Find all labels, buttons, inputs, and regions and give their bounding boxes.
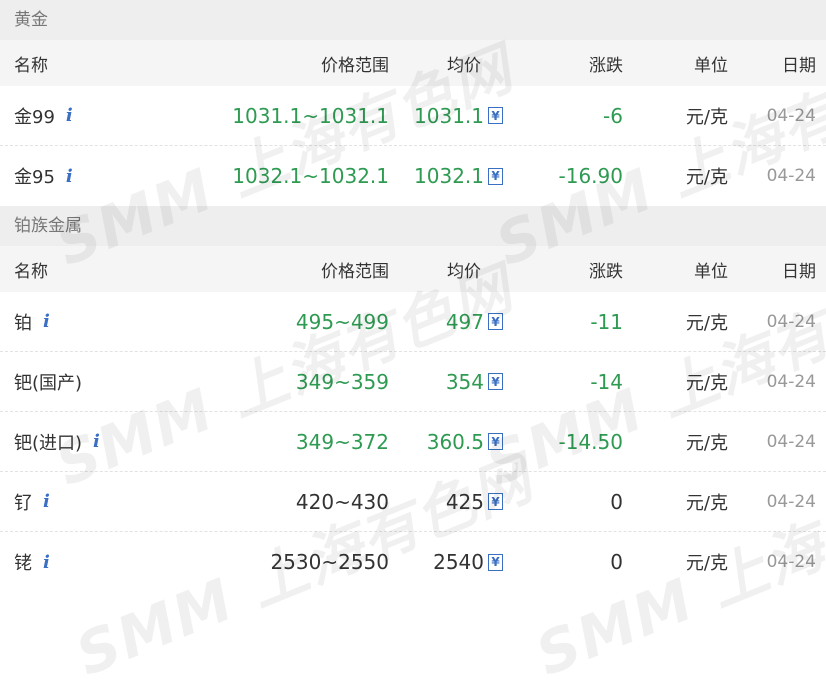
table-row[interactable]: 金95 i 1032.1~1032.1 1032.1 ¥ -16.90 元/克 04…: [0, 146, 826, 206]
date: 04-24: [766, 105, 816, 126]
row-name[interactable]: 金95: [14, 163, 55, 189]
row-name[interactable]: 铑: [14, 549, 32, 575]
column-header-row: 名称 价格范围 均价 涨跌 单位 日期: [0, 40, 826, 86]
yen-icon[interactable]: ¥: [488, 493, 503, 510]
info-icon[interactable]: i: [66, 105, 73, 126]
column-header-change: 涨跌: [589, 55, 623, 76]
date: 04-24: [766, 311, 816, 332]
avg-price-cell: 2540 ¥: [433, 532, 503, 592]
unit: 元/克: [685, 312, 728, 334]
unit: 元/克: [685, 432, 728, 454]
unit: 元/克: [685, 106, 728, 128]
row-name-cell: 铂i: [14, 292, 50, 351]
row-name-cell: 钯(进口) i: [14, 412, 100, 471]
unit: 元/克: [685, 372, 728, 394]
table-row[interactable]: 钯(进口) i 349~372 360.5 ¥ -14.50 元/克 04-24: [0, 412, 826, 472]
avg-price-cell: 354 ¥: [446, 352, 503, 411]
avg-price: 425: [445, 489, 484, 514]
column-header-unit: 单位: [694, 55, 728, 76]
column-header-date: 日期: [782, 55, 816, 76]
date: 04-24: [766, 552, 816, 572]
price-change: 0: [610, 489, 623, 514]
yen-icon[interactable]: ¥: [488, 553, 503, 571]
unit: 元/克: [685, 167, 728, 188]
price-change: -14.50: [558, 429, 623, 454]
table-row[interactable]: 钯(国产) 349~359 354 ¥ -14 元/克 04-24: [0, 352, 826, 412]
info-icon[interactable]: i: [43, 552, 50, 573]
price-range: 1031.1~1031.1: [232, 103, 389, 128]
date: 04-24: [766, 491, 816, 512]
avg-price: 1032.1: [414, 164, 484, 188]
avg-price-cell: 1031.1 ¥: [414, 86, 503, 145]
price-range: 349~359: [295, 369, 389, 394]
date: 04-24: [766, 166, 816, 186]
price-change: -14: [590, 369, 623, 394]
avg-price-cell: 360.5 ¥: [427, 412, 503, 471]
avg-price: 360.5: [426, 429, 484, 454]
column-header-name: 名称: [14, 55, 48, 76]
price-change: 0: [610, 550, 623, 574]
price-range: 1032.1~1032.1: [232, 164, 389, 188]
row-name-cell: 金99 i: [14, 86, 73, 145]
column-header-range: 价格范围: [321, 261, 389, 282]
table-row[interactable]: 铑i 2530~2550 2540 ¥ 0 元/克 04-24: [0, 532, 826, 592]
table-row[interactable]: 金99 i 1031.1~1031.1 1031.1 ¥ -6 元/克 04-24: [0, 86, 826, 146]
column-header-date: 日期: [782, 261, 816, 282]
price-change: -16.90: [558, 164, 623, 188]
avg-price-cell: 425 ¥: [446, 472, 503, 531]
yen-icon[interactable]: ¥: [488, 313, 503, 330]
row-name[interactable]: 铂: [14, 309, 32, 335]
avg-price: 497: [445, 309, 484, 334]
date: 04-24: [766, 431, 816, 452]
column-header-range: 价格范围: [321, 55, 389, 76]
date: 04-24: [766, 371, 816, 392]
yen-icon[interactable]: ¥: [488, 373, 503, 390]
table-row[interactable]: 钌i 420~430 425 ¥ 0 元/克 04-24: [0, 472, 826, 532]
price-range: 2530~2550: [270, 550, 389, 574]
column-header-unit: 单位: [694, 261, 728, 282]
avg-price: 354: [445, 369, 484, 394]
row-name[interactable]: 钌: [14, 489, 32, 515]
unit: 元/克: [685, 492, 728, 514]
section-header-gold: 黄金: [0, 0, 826, 40]
column-header-avg: 均价: [447, 261, 481, 282]
column-header-name: 名称: [14, 261, 48, 282]
yen-icon[interactable]: ¥: [488, 167, 503, 185]
price-range: 349~372: [295, 429, 389, 454]
row-name[interactable]: 钯(国产): [14, 369, 82, 395]
price-change: -6: [603, 103, 623, 128]
section-header-platinum-group: 铂族金属: [0, 206, 826, 246]
unit: 元/克: [685, 553, 728, 574]
avg-price-cell: 497 ¥: [446, 292, 503, 351]
info-icon[interactable]: i: [43, 491, 50, 512]
price-range: 420~430: [295, 489, 389, 514]
price-change: -11: [590, 309, 623, 334]
yen-icon[interactable]: ¥: [488, 433, 503, 450]
avg-price: 2540: [433, 550, 484, 574]
yen-icon[interactable]: ¥: [488, 107, 503, 124]
info-icon[interactable]: i: [43, 311, 50, 332]
row-name[interactable]: 金99: [14, 103, 55, 129]
row-name-cell: 金95 i: [14, 146, 73, 206]
info-icon[interactable]: i: [66, 166, 73, 187]
row-name-cell: 钌i: [14, 472, 50, 531]
price-range: 495~499: [295, 309, 389, 334]
column-header-avg: 均价: [447, 55, 481, 76]
avg-price: 1031.1: [414, 103, 484, 128]
row-name-cell: 铑i: [14, 532, 50, 592]
info-icon[interactable]: i: [93, 431, 100, 452]
avg-price-cell: 1032.1 ¥: [414, 146, 503, 206]
column-header-change: 涨跌: [589, 261, 623, 282]
table-row[interactable]: 铂i 495~499 497 ¥ -11 元/克 04-24: [0, 292, 826, 352]
row-name[interactable]: 钯(进口): [14, 429, 82, 455]
row-name-cell: 钯(国产): [14, 352, 82, 411]
column-header-row: 名称 价格范围 均价 涨跌 单位 日期: [0, 246, 826, 292]
